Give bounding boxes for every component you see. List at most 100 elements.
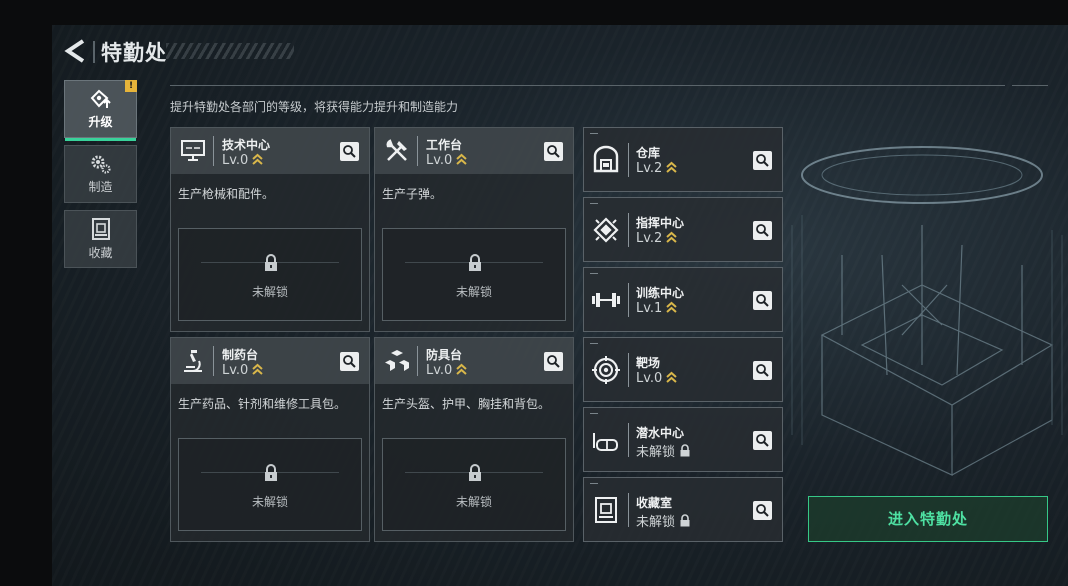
header-divider-end: [1012, 85, 1048, 86]
header-divider: [170, 85, 1005, 86]
armor-blocks-icon: [385, 350, 409, 371]
locked-label: 未解锁: [251, 285, 288, 299]
upgrade-chevron-icon: [252, 153, 264, 165]
tab-manufacture[interactable]: 制造: [64, 145, 137, 203]
facility-name: 潜水中心: [636, 426, 685, 440]
facility-name: 指挥中心: [636, 216, 685, 230]
facility-name: 制药台: [222, 348, 259, 362]
section-subtitle: 提升特勤处各部门的等级，将获得能力提升和制造能力: [170, 100, 459, 114]
search-icon[interactable]: [340, 142, 359, 161]
facility-level: Lv.2: [636, 231, 678, 246]
tab-upgrade[interactable]: ! 升级: [64, 80, 137, 141]
search-icon[interactable]: [753, 221, 772, 240]
tab-upgrade-label: 升级: [88, 114, 113, 129]
locked-slot: 未解锁: [178, 438, 362, 531]
facility-description: 生产头盔、护甲、胸挂和背包。: [382, 397, 551, 411]
upgrade-chevron-icon: [666, 301, 678, 313]
facility-level: 未解锁: [636, 511, 691, 530]
facility-card-tech-center[interactable]: 技术中心 Lv.0 生产枪械和配件。 未解锁: [170, 127, 370, 332]
facility-level: Lv.0: [222, 363, 264, 378]
card-header: 技术中心 Lv.0: [171, 128, 369, 174]
dumbbell-icon: [592, 293, 620, 307]
facility-level: Lv.1: [636, 301, 678, 316]
search-icon[interactable]: [340, 352, 359, 371]
warning-badge: !: [125, 80, 137, 92]
upgrade-chevron-icon: [252, 363, 264, 375]
facility-description: 生产子弹。: [382, 187, 443, 201]
collection-icon: [91, 217, 110, 240]
tab-collection-label: 收藏: [88, 245, 113, 260]
tab-manufacture-label: 制造: [88, 179, 113, 194]
search-icon[interactable]: [753, 151, 772, 170]
facility-name: 收藏室: [636, 496, 673, 510]
chip-icon: [593, 217, 619, 243]
facility-name: 仓库: [636, 146, 661, 160]
diving-mask-icon: [593, 433, 618, 451]
facility-item-collection-room[interactable]: 收藏室 未解锁: [583, 477, 783, 542]
facility-item-training-center[interactable]: 训练中心 Lv.1: [583, 267, 783, 332]
facility-level: Lv.0: [426, 153, 468, 168]
search-icon[interactable]: [753, 501, 772, 520]
lock-icon: [265, 464, 277, 481]
enter-special-ops-button[interactable]: 进入特勤处: [808, 496, 1048, 542]
search-icon[interactable]: [544, 352, 563, 371]
facility-card-pharmacy[interactable]: 制药台 Lv.0 生产药品、针剂和维修工具包。 未解锁: [170, 337, 370, 542]
facility-level: Lv.0: [636, 371, 678, 386]
facility-description: 生产药品、针剂和维修工具包。: [178, 397, 347, 411]
facility-name: 防具台: [426, 348, 463, 362]
lock-icon: [469, 254, 481, 271]
tools-icon: [386, 139, 407, 161]
card-header: 防具台 Lv.0: [375, 338, 573, 384]
title-decoration: [166, 43, 294, 59]
search-icon[interactable]: [544, 142, 563, 161]
search-icon[interactable]: [753, 291, 772, 310]
collection-room-icon: [595, 497, 617, 523]
facility-card-workbench[interactable]: 工作台 Lv.0 生产子弹。 未解锁: [374, 127, 574, 332]
lock-icon: [680, 444, 690, 457]
facility-description: 生产枪械和配件。: [178, 187, 275, 201]
card-header: 制药台 Lv.0: [171, 338, 369, 384]
facility-level: Lv.0: [426, 363, 468, 378]
top-bar: 特勤处: [52, 25, 312, 77]
facility-name: 训练中心: [636, 286, 685, 300]
upgrade-chevron-icon: [666, 371, 678, 383]
facility-level: Lv.0: [222, 153, 264, 168]
locked-slot: 未解锁: [382, 438, 566, 531]
upgrade-chevron-icon: [456, 363, 468, 375]
target-icon: [592, 356, 620, 384]
facility-name: 靶场: [636, 356, 661, 370]
special-ops-screen: 特勤处 ! 升级 制造 收藏 提升特勤处各部门的等级，将获得能力提升和制造能力: [52, 25, 1068, 586]
back-arrow-icon[interactable]: [64, 38, 86, 64]
facility-level: Lv.2: [636, 161, 678, 176]
upgrade-chevron-icon: [456, 153, 468, 165]
lock-icon: [469, 464, 481, 481]
facility-card-armor-bench[interactable]: 防具台 Lv.0 生产头盔、护甲、胸挂和背包。 未解锁: [374, 337, 574, 542]
card-header: 工作台 Lv.0: [375, 128, 573, 174]
warehouse-icon: [593, 145, 619, 173]
background-building-illustration: [791, 146, 1063, 476]
locked-label: 未解锁: [455, 285, 492, 299]
facility-item-diving-center[interactable]: 潜水中心 未解锁: [583, 407, 783, 472]
upgrade-icon: [90, 89, 111, 108]
locked-label: 未解锁: [251, 495, 288, 509]
gears-icon: [91, 155, 111, 174]
tab-collection[interactable]: 收藏: [64, 210, 137, 268]
locked-slot: 未解锁: [178, 228, 362, 321]
locked-slot: 未解锁: [382, 228, 566, 321]
locked-label: 未解锁: [455, 495, 492, 509]
microscope-icon: [184, 350, 202, 372]
facility-level: 未解锁: [636, 441, 691, 460]
search-icon[interactable]: [753, 361, 772, 380]
lock-icon: [265, 254, 277, 271]
search-icon[interactable]: [753, 431, 772, 450]
title-separator: [93, 41, 95, 63]
facility-name: 工作台: [426, 138, 463, 152]
upgrade-chevron-icon: [666, 231, 678, 243]
upgrade-chevron-icon: [666, 161, 678, 173]
computer-icon: [181, 140, 205, 161]
facility-item-command-center[interactable]: 指挥中心 Lv.2: [583, 197, 783, 262]
page-title: 特勤处: [101, 41, 167, 65]
facility-item-shooting-range[interactable]: 靶场 Lv.0: [583, 337, 783, 402]
facility-item-warehouse[interactable]: 仓库 Lv.2: [583, 127, 783, 192]
lock-icon: [680, 514, 690, 527]
